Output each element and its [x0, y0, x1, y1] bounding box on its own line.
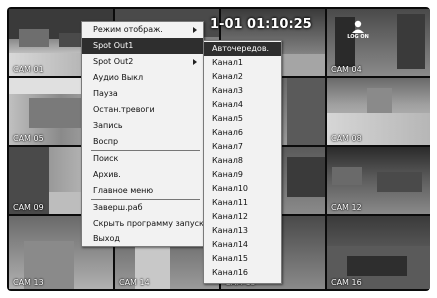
menu-item-shutdown[interactable]: Заверш.раб — [82, 200, 203, 216]
camera-tile-8[interactable]: CAM 08 — [327, 78, 430, 145]
submenu-item-channel[interactable]: Канал1 — [204, 56, 281, 70]
submenu-item-channel[interactable]: Канал11 — [204, 196, 281, 210]
submenu-item-channel[interactable]: Канал9 — [204, 168, 281, 182]
submenu-arrow-icon — [193, 59, 197, 65]
menu-item-audio-off[interactable]: Аудио Выкл — [82, 70, 203, 86]
camera-tile-4[interactable]: CAM 04 — [327, 9, 430, 76]
submenu-item-channel[interactable]: Канал3 — [204, 84, 281, 98]
camera-tile-12[interactable]: CAM 12 — [327, 147, 430, 214]
dvr-screen: CAM 01 CAM 04 CAM 05 CAM 08 CAM 09 CAM 1… — [0, 0, 437, 298]
camera-label: CAM 09 — [13, 203, 44, 212]
submenu-item-channel[interactable]: Канал10 — [204, 182, 281, 196]
camera-label: CAM 05 — [13, 134, 44, 143]
menu-item-pause[interactable]: Пауза — [82, 86, 203, 102]
menu-item-spot-out1[interactable]: Spot Out1 — [82, 38, 203, 54]
submenu-item-channel[interactable]: Канал5 — [204, 112, 281, 126]
submenu-item-auto-sequence[interactable]: Авточередов. — [204, 42, 281, 56]
submenu-arrow-icon — [193, 27, 197, 33]
menu-item-archive[interactable]: Архив. — [82, 167, 203, 183]
menu-item-search[interactable]: Поиск — [82, 151, 203, 167]
camera-label: CAM 13 — [13, 278, 44, 287]
camera-tile-16[interactable]: CAM 16 — [327, 216, 430, 289]
camera-label: CAM 04 — [331, 65, 362, 74]
submenu-item-channel[interactable]: Канал14 — [204, 238, 281, 252]
submenu-item-channel[interactable]: Канал13 — [204, 224, 281, 238]
menu-item-stop-alarm[interactable]: Остан.тревоги — [82, 102, 203, 118]
date-time-display: 1-01 01:10:25 — [210, 17, 312, 32]
menu-item-playback[interactable]: Воспр — [82, 134, 203, 150]
submenu-item-channel[interactable]: Канал7 — [204, 140, 281, 154]
menu-item-exit[interactable]: Выход — [82, 231, 203, 247]
menu-item-spot-out2[interactable]: Spot Out2 — [82, 54, 203, 70]
menu-item-record[interactable]: Запись — [82, 118, 203, 134]
submenu-item-channel[interactable]: Канал16 — [204, 266, 281, 280]
spot-out-submenu: Авточередов. Канал1 Канал2 Канал3 Канал4… — [203, 40, 282, 284]
menu-item-display-mode[interactable]: Режим отображ. — [82, 22, 203, 38]
logon-label: LOG ON — [347, 34, 369, 40]
menu-item-main-menu[interactable]: Главное меню — [82, 183, 203, 199]
camera-label: CAM 01 — [13, 65, 44, 74]
submenu-item-channel[interactable]: Канал6 — [204, 126, 281, 140]
camera-label: CAM 08 — [331, 134, 362, 143]
logon-button[interactable]: LOG ON — [345, 17, 371, 43]
submenu-item-channel[interactable]: Канал8 — [204, 154, 281, 168]
menu-item-hide-launcher[interactable]: Скрыть программу запуска — [82, 216, 209, 232]
context-menu: Режим отображ. Spot Out1 Spot Out2 Аудио… — [81, 21, 209, 247]
submenu-item-channel[interactable]: Канал15 — [204, 252, 281, 266]
submenu-item-channel[interactable]: Канал12 — [204, 210, 281, 224]
camera-label: CAM 16 — [331, 278, 362, 287]
submenu-item-channel[interactable]: Канал2 — [204, 70, 281, 84]
camera-label: CAM 14 — [119, 278, 150, 287]
camera-label: CAM 12 — [331, 203, 362, 212]
submenu-item-channel[interactable]: Канал4 — [204, 98, 281, 112]
